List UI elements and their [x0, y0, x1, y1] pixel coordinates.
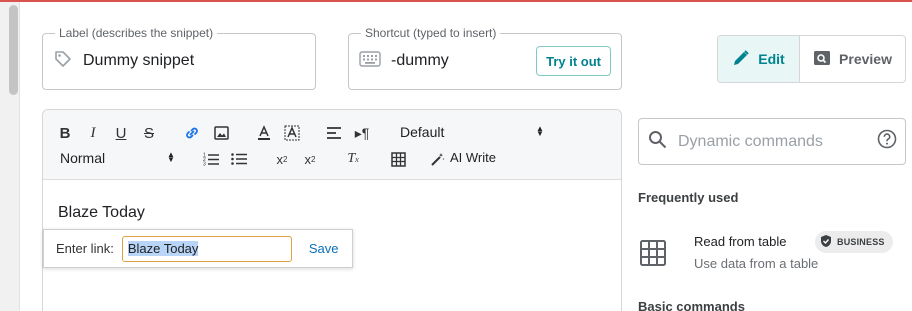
highlight-color-icon[interactable] [283, 124, 301, 142]
mode-toggle: Edit Preview [717, 35, 906, 83]
link-save-button[interactable]: Save [309, 241, 339, 256]
svg-text:3: 3 [203, 162, 206, 167]
link-url-input[interactable]: Blaze Today [121, 235, 292, 262]
shield-check-icon [820, 234, 832, 250]
top-accent-line [0, 0, 912, 2]
magic-wand-icon [429, 150, 445, 168]
superscript-icon[interactable]: x2 [300, 150, 320, 168]
link-label: Enter link: [56, 241, 114, 256]
basic-commands-heading: Basic commands [638, 299, 745, 311]
block-format-select[interactable]: Normal [60, 150, 105, 166]
edit-mode-button[interactable]: Edit [718, 36, 800, 82]
editor-text: Blaze Today [58, 204, 145, 221]
bold-icon[interactable]: B [57, 124, 73, 142]
search-icon [648, 130, 667, 154]
business-badge: BUSINESS [815, 231, 893, 253]
try-it-out-button[interactable]: Try it out [536, 46, 611, 76]
edit-label: Edit [758, 51, 785, 67]
badge-label: BUSINESS [837, 237, 885, 247]
subscript-icon[interactable]: x2 [272, 150, 292, 168]
bullet-list-icon[interactable] [230, 150, 248, 168]
strikethrough-icon[interactable]: S [141, 124, 157, 142]
block-select-arrows-icon[interactable]: ▲ ▼ [167, 151, 175, 164]
label-field[interactable]: Label (describes the snippet) Dummy snip… [42, 26, 316, 90]
label-input[interactable]: Dummy snippet [83, 52, 194, 70]
shortcut-field-legend: Shortcut (typed to insert) [365, 26, 497, 40]
ordered-list-icon[interactable]: 123 [202, 150, 220, 168]
label-field-legend: Label (describes the snippet) [59, 26, 214, 40]
keyboard-icon [359, 50, 381, 72]
text-color-icon[interactable] [255, 124, 273, 142]
table-icon[interactable] [389, 150, 407, 168]
align-icon[interactable] [325, 124, 343, 142]
help-icon[interactable] [877, 129, 897, 154]
font-select[interactable]: Default [400, 124, 444, 140]
search-input[interactable]: Dynamic commands [678, 133, 823, 151]
link-popup: Enter link: Blaze Today Save [43, 229, 353, 268]
ai-write-button[interactable]: AI Write [450, 150, 496, 165]
table-grid-icon [640, 240, 666, 271]
tag-icon [53, 49, 73, 74]
editor-toolbar: B I U S ▸¶ Default ▲▼ Normal ▲▼ 123 x2 [43, 110, 621, 180]
link-icon[interactable] [183, 124, 201, 142]
underline-icon[interactable]: U [113, 124, 129, 142]
italic-icon[interactable]: I [85, 124, 101, 142]
dynamic-commands-search[interactable]: Dynamic commands [638, 118, 906, 165]
command-read-from-table[interactable]: Read from table [694, 234, 787, 249]
command-description: Use data from a table [694, 256, 819, 271]
scrollbar-track[interactable] [0, 2, 20, 311]
snippet-editor: B I U S ▸¶ Default ▲▼ Normal ▲▼ 123 x2 [42, 109, 622, 311]
preview-label: Preview [839, 51, 892, 67]
link-input-value: Blaze Today [127, 241, 199, 256]
pencil-icon [732, 49, 750, 70]
shortcut-field[interactable]: Shortcut (typed to insert) -dummy Try it… [348, 26, 622, 90]
text-direction-icon[interactable]: ▸¶ [351, 124, 373, 142]
scrollbar-thumb[interactable] [9, 5, 18, 95]
clear-format-icon[interactable]: Tx [343, 150, 363, 168]
preview-mode-button[interactable]: Preview [800, 36, 905, 82]
preview-icon [813, 50, 831, 69]
font-select-arrows-icon[interactable]: ▲ ▼ [536, 125, 544, 138]
image-icon[interactable] [212, 124, 230, 142]
shortcut-input[interactable]: -dummy [391, 52, 449, 70]
frequently-used-heading: Frequently used [638, 190, 739, 205]
